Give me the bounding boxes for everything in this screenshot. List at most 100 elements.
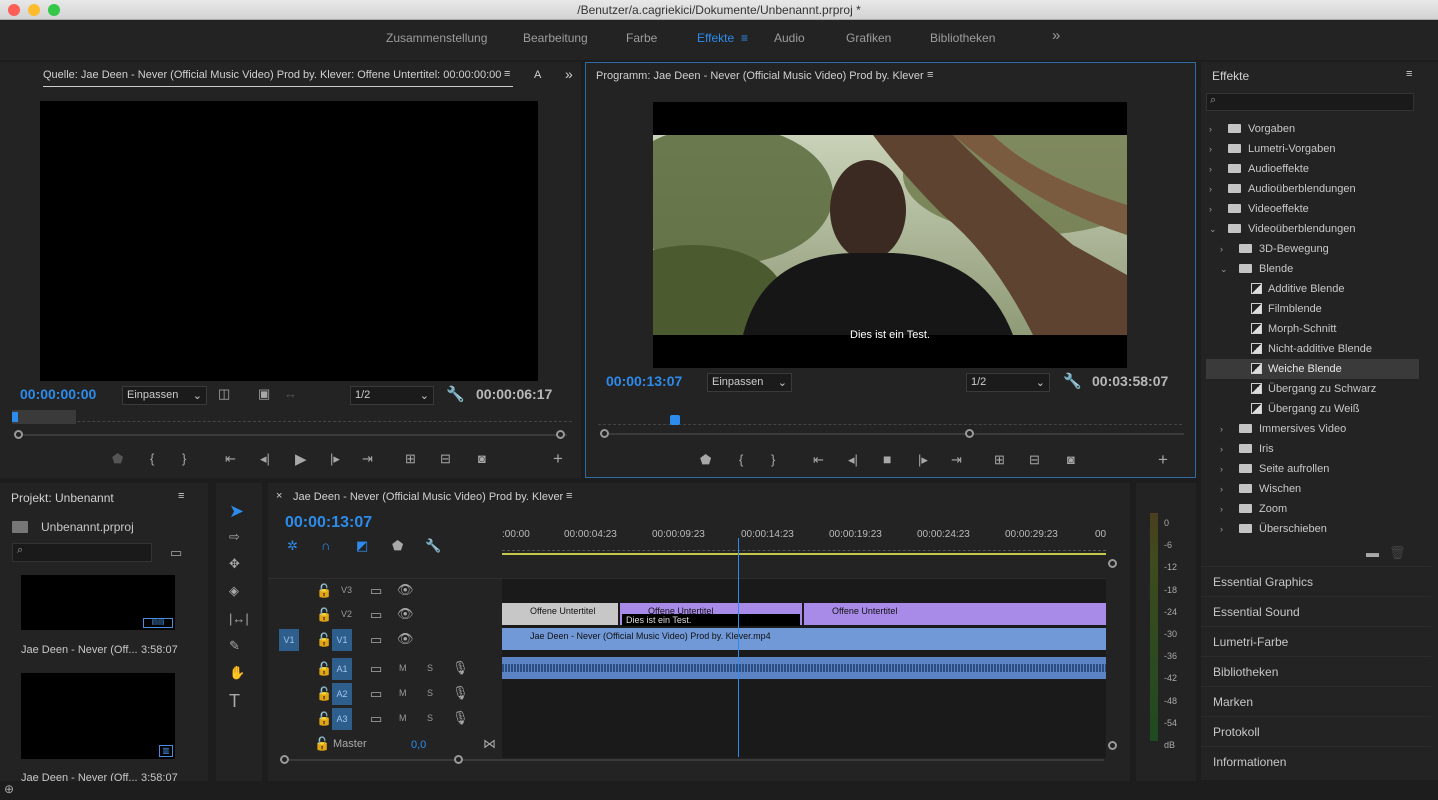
sync-lock-icon[interactable]: ▭ xyxy=(370,711,382,727)
side-panel-1[interactable]: Essential Sound xyxy=(1201,596,1431,626)
workspace-menu-icon[interactable]: ≡ xyxy=(741,31,748,45)
audio-clip[interactable] xyxy=(502,657,1106,679)
mute-button[interactable]: M xyxy=(399,663,407,673)
lock-icon[interactable]: 🔓 xyxy=(316,686,332,702)
new-bin-icon[interactable]: ▭ xyxy=(170,545,182,561)
chevron-right-icon[interactable]: › xyxy=(1220,484,1230,494)
source-zoom-handle-right[interactable] xyxy=(556,430,565,439)
project-title[interactable]: Projekt: Unbenannt xyxy=(11,491,114,505)
caption-clip[interactable]: Offene Untertitel xyxy=(502,603,618,625)
add-marker-icon[interactable]: ⬟ xyxy=(112,451,123,467)
stop-icon[interactable]: ■ xyxy=(883,451,891,467)
effects-tree-item[interactable]: › Videoeffekte xyxy=(1206,199,1419,219)
side-panel-5[interactable]: Protokoll xyxy=(1201,716,1431,746)
workspace-tab-bibliotheken[interactable]: Bibliotheken xyxy=(930,31,995,45)
type-tool-icon[interactable]: T xyxy=(229,691,240,712)
project-clip-thumbnail-2[interactable]: ▥ xyxy=(21,673,175,759)
project-clip-thumbnail-1[interactable]: ▤▤ xyxy=(21,575,175,630)
mark-in-icon[interactable]: { xyxy=(739,452,743,467)
program-resolution-select[interactable]: 1/2 ⌄ xyxy=(966,373,1050,392)
collapse-tracks-icon[interactable]: ⋈ xyxy=(483,736,496,752)
side-panel-3[interactable]: Bibliotheken xyxy=(1201,656,1431,686)
effects-tree-item[interactable]: ⌄ Blende xyxy=(1206,259,1419,279)
track-label-v1[interactable]: V1 xyxy=(332,629,352,651)
play-icon[interactable]: ▶ xyxy=(295,450,307,468)
source-in-out-range[interactable] xyxy=(12,410,76,424)
source-zoom-bar[interactable] xyxy=(14,434,567,436)
go-to-in-icon[interactable]: ⇤ xyxy=(813,452,824,468)
lift-icon[interactable]: ⊞ xyxy=(994,452,1005,468)
solo-button[interactable]: S xyxy=(427,688,433,698)
track-label-a1[interactable]: A1 xyxy=(332,658,352,680)
effects-tree-item[interactable]: ⌄ Videoüberblendungen xyxy=(1206,219,1419,239)
ripple-edit-tool-icon[interactable]: ✥ xyxy=(229,556,240,572)
add-marker-icon[interactable]: ⬟ xyxy=(700,452,711,468)
insert-icon[interactable]: ⊞ xyxy=(405,451,416,467)
wrench-icon[interactable]: 🔧 xyxy=(425,538,441,554)
side-panel-2[interactable]: Lumetri-Farbe xyxy=(1201,626,1431,656)
source-export-frame-icon[interactable]: ▣ xyxy=(258,386,270,402)
vertical-scroll-handle[interactable] xyxy=(1108,559,1117,568)
effects-tree-item[interactable]: Übergang zu Schwarz xyxy=(1206,379,1419,399)
source-settings-icon[interactable]: ◫ xyxy=(218,386,230,402)
add-button-icon[interactable]: + xyxy=(1158,450,1168,470)
lock-icon[interactable]: 🔓 xyxy=(316,607,332,623)
go-to-out-icon[interactable]: ⇥ xyxy=(951,452,962,468)
track-label-v2[interactable]: V2 xyxy=(341,609,352,619)
creative-cloud-icon[interactable]: ⊕ xyxy=(4,782,14,796)
effects-tree-item[interactable]: › Iris xyxy=(1206,439,1419,459)
side-panel-4[interactable]: Marken xyxy=(1201,686,1431,716)
chevron-right-icon[interactable]: › xyxy=(1220,524,1230,534)
linked-selection-icon[interactable]: ◩ xyxy=(356,538,368,554)
program-zoom-handle-left[interactable] xyxy=(600,429,609,438)
add-button-icon[interactable]: + xyxy=(553,449,563,469)
video-clip[interactable]: Jae Deen - Never (Official Music Video) … xyxy=(502,628,1106,650)
effects-tree-item[interactable]: Filmblende xyxy=(1206,299,1419,319)
effects-tree-item[interactable]: Morph-Schnitt xyxy=(1206,319,1419,339)
add-marker-icon[interactable]: ⬟ xyxy=(392,538,403,554)
program-zoom-handle-right[interactable] xyxy=(965,429,974,438)
microphone-icon[interactable]: 🎙 xyxy=(452,660,469,676)
source-monitor-title[interactable]: Quelle: Jae Deen - Never (Official Music… xyxy=(43,69,513,87)
effects-menu-icon[interactable]: ≡ xyxy=(1406,68,1412,80)
close-icon[interactable]: × xyxy=(276,490,282,502)
track-label-v3[interactable]: V3 xyxy=(341,585,352,595)
solo-button[interactable]: S xyxy=(427,663,433,673)
selection-tool-icon[interactable]: ➤ xyxy=(229,501,244,522)
source-next-tab[interactable]: A xyxy=(534,69,541,81)
timeline-title[interactable]: Jae Deen - Never (Official Music Video) … xyxy=(293,491,563,503)
workspace-tab-zusammenstellung[interactable]: Zusammenstellung xyxy=(386,31,487,45)
track-label-a3[interactable]: A3 xyxy=(332,708,352,730)
pen-tool-icon[interactable]: ✎ xyxy=(229,638,240,654)
program-zoom-bar[interactable] xyxy=(600,433,1184,435)
caption-clip[interactable]: Offene Untertitel xyxy=(804,603,1106,625)
lock-icon[interactable]: 🔓 xyxy=(314,736,330,752)
chevron-right-icon[interactable]: › xyxy=(1209,124,1219,134)
lock-icon[interactable]: 🔓 xyxy=(316,711,332,727)
slip-tool-icon[interactable]: |↔| xyxy=(229,611,249,626)
overwrite-icon[interactable]: ⊟ xyxy=(440,451,451,467)
solo-button[interactable]: S xyxy=(427,713,433,723)
timeline-ruler[interactable]: :00:00 00:00:04:23 00:00:09:23 00:00:14:… xyxy=(502,529,1106,555)
source-time-ruler[interactable] xyxy=(12,412,572,422)
effects-tree-item[interactable]: Nicht-additive Blende xyxy=(1206,339,1419,359)
chevron-right-icon[interactable]: › xyxy=(1220,464,1230,474)
mark-in-icon[interactable]: { xyxy=(150,451,154,466)
chevron-right-icon[interactable]: › xyxy=(1220,504,1230,514)
chevron-right-icon[interactable]: › xyxy=(1209,164,1219,174)
source-resolution-select[interactable]: 1/2 ⌄ xyxy=(350,386,434,405)
extract-icon[interactable]: ⊟ xyxy=(1029,452,1040,468)
program-menu-icon[interactable]: ≡ xyxy=(927,69,933,81)
source-menu-icon[interactable]: ≡ xyxy=(504,68,510,80)
go-to-out-icon[interactable]: ⇥ xyxy=(362,451,373,467)
nest-icon[interactable]: ✲ xyxy=(287,538,298,554)
chevron-right-icon[interactable]: › xyxy=(1220,244,1230,254)
wrench-icon[interactable]: 🔧 xyxy=(446,385,465,403)
lock-icon[interactable]: 🔓 xyxy=(316,661,332,677)
project-menu-icon[interactable]: ≡ xyxy=(178,490,184,502)
program-time-ruler[interactable] xyxy=(598,415,1182,425)
timeline-zoom-handle-right[interactable] xyxy=(454,755,463,764)
timeline-tracks-area[interactable]: Offene Untertitel Offene Untertitel Offe… xyxy=(502,538,1106,758)
program-playhead[interactable] xyxy=(670,415,680,425)
sync-lock-icon[interactable]: ▭ xyxy=(370,607,382,623)
